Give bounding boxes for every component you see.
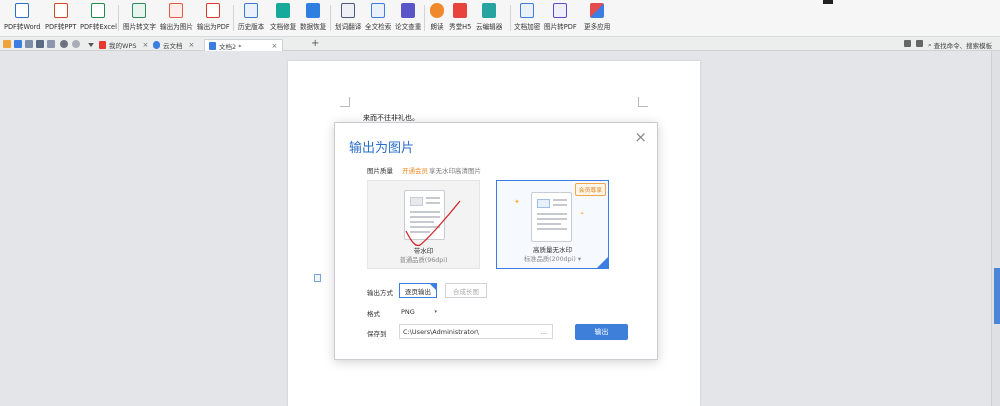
close-tab-icon[interactable]: ×: [189, 41, 195, 49]
undo-icon[interactable]: [60, 40, 68, 48]
browse-button[interactable]: ...: [541, 328, 547, 336]
selected-check-icon: [597, 257, 608, 268]
dialog-title: 输出为图片: [349, 141, 415, 156]
translate-button[interactable]: 划词翻译: [335, 3, 361, 35]
export-image-icon: [169, 3, 184, 18]
export-button[interactable]: 输出: [575, 324, 628, 340]
search-icon: ⌕: [928, 40, 932, 49]
new-tab-icon[interactable]: +: [311, 38, 319, 49]
image-to-pdf-icon: [553, 3, 568, 18]
translate-icon: [341, 3, 356, 18]
save-path-input[interactable]: C:\Users\Administrator\ ...: [399, 324, 553, 339]
pdf-to-ppt-icon: [53, 3, 68, 18]
feedback-icon[interactable]: [904, 40, 911, 47]
margin-corner-marker: [638, 97, 648, 107]
quality-option-watermark[interactable]: 带水印 普通品质(96dpi): [367, 180, 480, 269]
tab-my-wps[interactable]: 我的WPS ×: [99, 39, 148, 51]
tab-cloud-doc[interactable]: 云文档 ×: [153, 39, 194, 51]
plagiarism-check-icon: [401, 3, 416, 18]
image-to-text-icon: [132, 3, 147, 18]
quality-option-hd[interactable]: 会员尊享 ✦ ✦ 高质量无水印 标准品质(200dpi) ▾: [496, 180, 609, 269]
history-button[interactable]: 历史版本: [238, 3, 264, 35]
export-image-dialog: 输出为图片 × 图片质量 开通会员 享无水印高清图片 带水印 普通品质(96dp…: [334, 122, 658, 360]
ribbon-separator: [510, 5, 511, 31]
vip-badge: 会员尊享: [574, 183, 606, 196]
output-mode-label: 输出方式: [367, 289, 393, 297]
close-tab-icon[interactable]: ×: [142, 41, 148, 49]
fulltext-search-icon: [371, 3, 386, 18]
doc-repair-icon: [276, 3, 291, 18]
tab-bar: 我的WPS × 云文档 × 文档2 * × + ⌕ 查找命令、搜索模板: [0, 37, 1000, 51]
hd-quality-dropdown[interactable]: 标准品质(200dpi) ▾: [497, 254, 608, 263]
pdf-to-word-icon: [15, 3, 30, 18]
close-tab-icon[interactable]: ×: [271, 42, 277, 50]
data-recovery-icon: [306, 3, 321, 18]
cloud-doc-icon: [153, 41, 160, 49]
pdf-to-ppt-button[interactable]: PDF转PPT: [45, 3, 76, 35]
right-sidebar: [991, 51, 1000, 406]
ribbon-separator: [330, 5, 331, 31]
export-icon[interactable]: [25, 40, 33, 48]
pdf-to-word-button[interactable]: PDF转Word: [4, 3, 40, 35]
doc-repair-button[interactable]: 文档修复: [270, 3, 296, 35]
fulltext-search-button[interactable]: 全文检索: [365, 3, 391, 35]
h5-button[interactable]: 秀堂H5: [449, 3, 471, 35]
pdf-to-excel-icon: [91, 3, 106, 18]
save-to-label: 保存到: [367, 330, 387, 338]
tab-document-2[interactable]: 文档2 * ×: [204, 39, 284, 51]
ribbon-toolbar: PDF转Word PDF转PPT PDF转Excel 图片转文字 输出为图片 输…: [0, 0, 1000, 37]
print-icon[interactable]: [36, 40, 44, 48]
encrypt-button[interactable]: 文档加密: [514, 3, 540, 35]
plagiarism-check-button[interactable]: 论文查重: [395, 3, 421, 35]
document-preview-icon: [531, 192, 572, 242]
settings-icon[interactable]: [916, 40, 923, 47]
sidebar-toggle-tab[interactable]: [994, 268, 1000, 324]
wps-logo-icon: [99, 41, 106, 49]
selected-corner-icon: [430, 284, 436, 290]
quick-access-dropdown-icon[interactable]: [88, 43, 94, 47]
image-to-text-button[interactable]: 图片转文字: [123, 3, 156, 35]
h5-icon: [453, 3, 468, 18]
ribbon-separator: [233, 5, 234, 31]
more-apps-button[interactable]: 更多应用: [584, 3, 610, 35]
close-icon[interactable]: ×: [634, 128, 647, 146]
chevron-down-icon: ▾: [577, 256, 582, 263]
chevron-down-icon: ▾: [434, 308, 437, 315]
sparkle-icon: ✦: [580, 211, 585, 217]
export-pdf-button[interactable]: 输出为PDF: [197, 3, 230, 35]
read-aloud-button[interactable]: 朗读: [430, 3, 444, 35]
ribbon-separator: [118, 5, 119, 31]
pdf-to-excel-button[interactable]: PDF转Excel: [80, 3, 117, 35]
paragraph-layout-icon[interactable]: [314, 274, 321, 282]
ribbon-separator: [424, 5, 425, 31]
quality-label: 图片质量: [367, 167, 393, 175]
mode-per-page-button[interactable]: 逐页输出: [399, 283, 437, 298]
mode-long-image-button[interactable]: 合成长图: [445, 283, 487, 298]
vip-description: 享无水印高清图片: [429, 167, 481, 175]
document-icon: [209, 41, 216, 50]
command-search[interactable]: ⌕ 查找命令、搜索模板: [928, 40, 992, 51]
format-select[interactable]: PNG ▾: [399, 305, 437, 318]
open-folder-icon[interactable]: [3, 40, 11, 48]
export-pdf-icon: [206, 3, 221, 18]
cloud-editor-icon: [482, 3, 497, 18]
image-to-pdf-button[interactable]: 图片转PDF: [544, 3, 577, 35]
read-aloud-icon: [430, 3, 444, 18]
more-apps-icon: [590, 3, 605, 18]
data-recovery-button[interactable]: 数据恢复: [300, 3, 326, 35]
redo-icon[interactable]: [72, 40, 80, 48]
export-image-button[interactable]: 输出为图片: [160, 3, 193, 35]
window-control-strip: [823, 0, 833, 4]
save-icon[interactable]: [14, 40, 22, 48]
sparkle-icon: ✦: [514, 198, 520, 206]
open-vip-link[interactable]: 开通会员: [402, 165, 428, 175]
format-label: 格式: [367, 310, 380, 318]
print-preview-icon[interactable]: [47, 40, 55, 48]
margin-corner-marker: [340, 97, 350, 107]
history-icon: [244, 3, 259, 18]
cloud-editor-button[interactable]: 云编辑器: [476, 3, 502, 35]
encrypt-icon: [520, 3, 535, 18]
